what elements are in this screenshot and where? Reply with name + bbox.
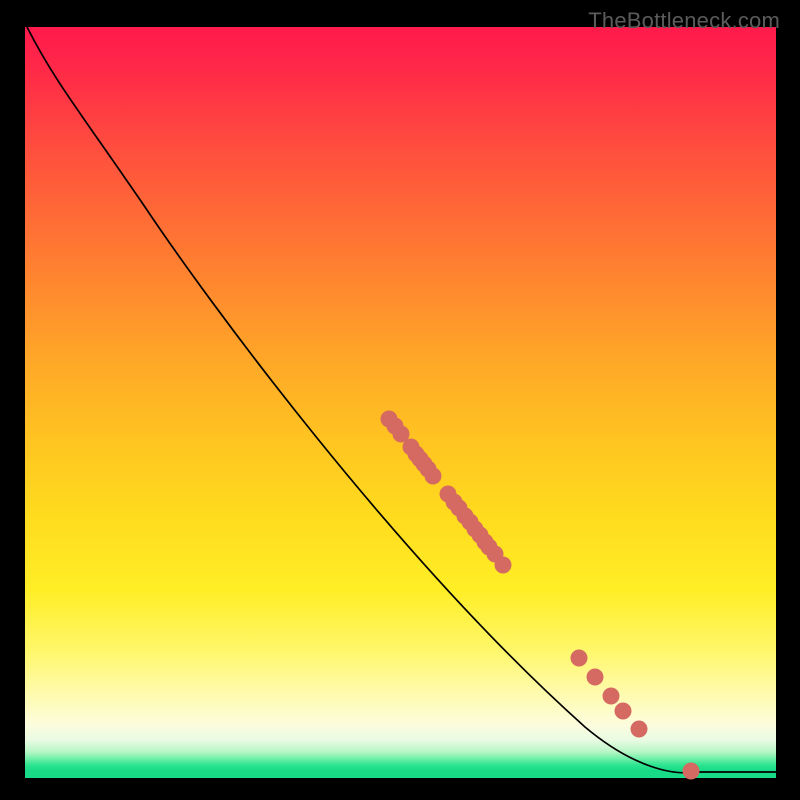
chart-svg (25, 27, 776, 778)
data-point (603, 688, 620, 705)
chart-plot-area (25, 27, 776, 778)
curve-line (27, 27, 776, 773)
data-point (615, 703, 632, 720)
watermark-label: TheBottleneck.com (588, 8, 780, 34)
data-point (425, 468, 442, 485)
data-point (683, 763, 700, 780)
data-point (631, 721, 648, 738)
data-point (571, 650, 588, 667)
data-point (587, 669, 604, 686)
data-point (495, 557, 512, 574)
data-points-group (381, 411, 700, 780)
